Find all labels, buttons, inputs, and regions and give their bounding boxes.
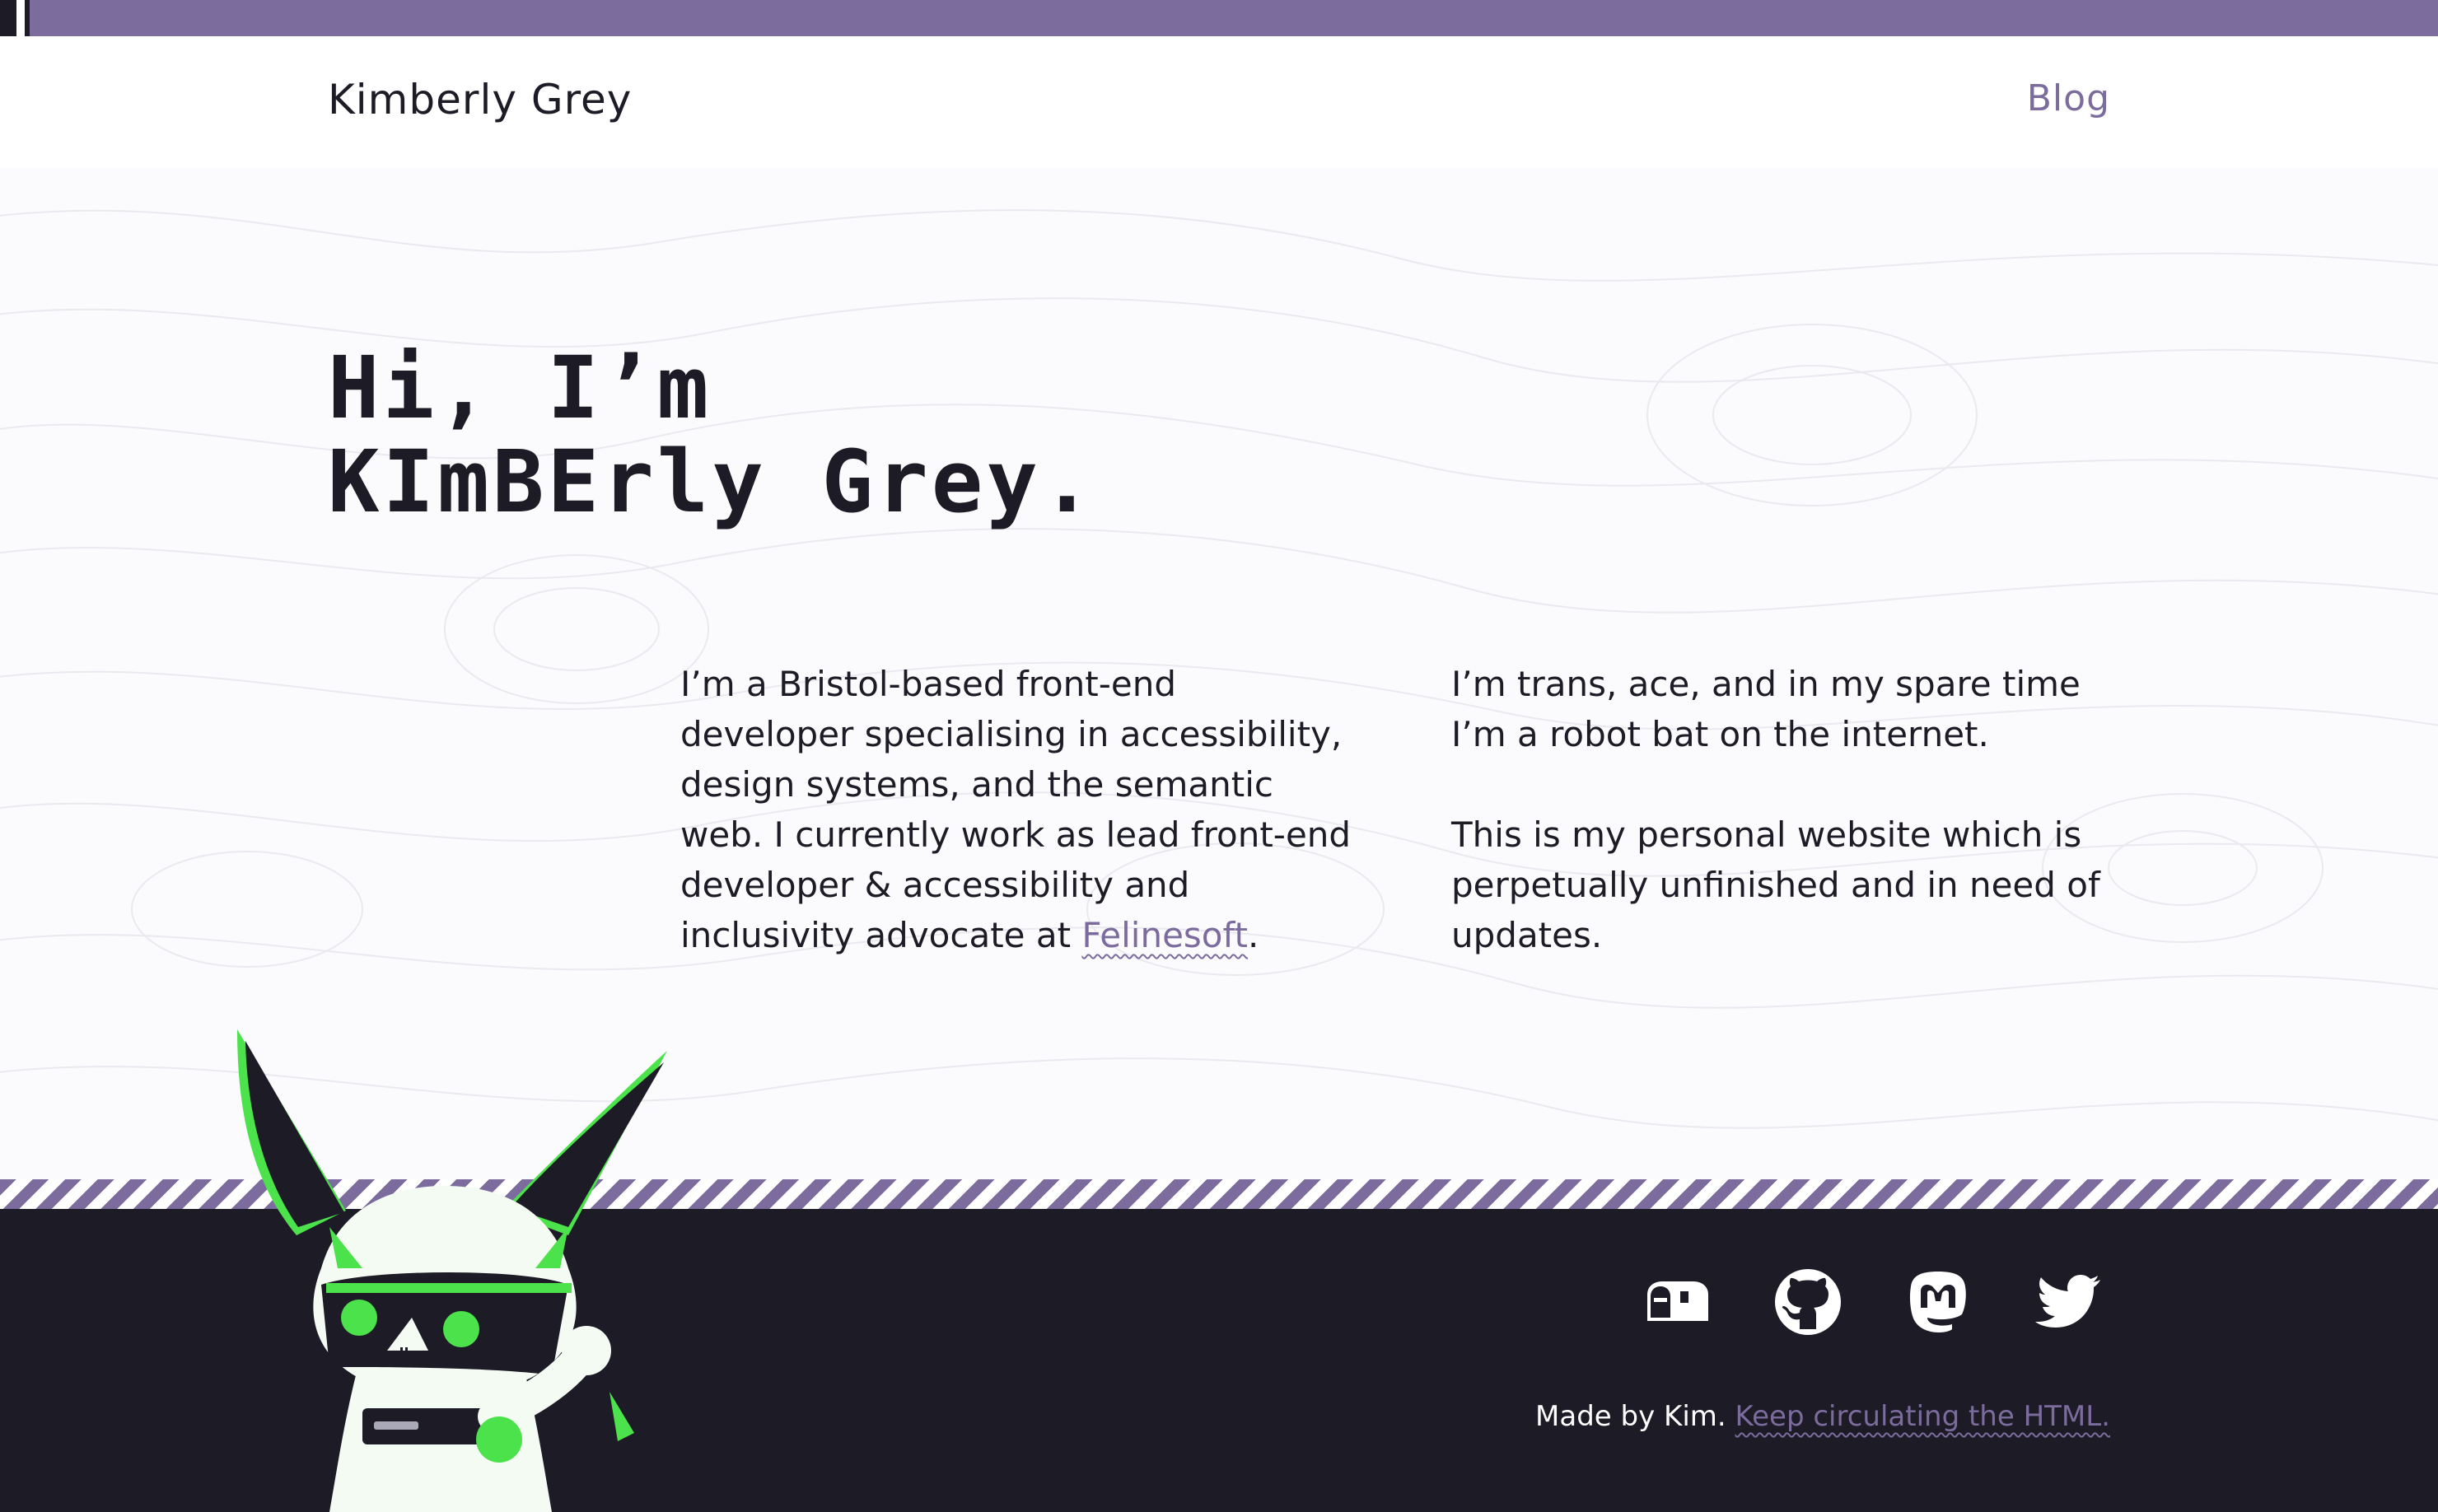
- page: Kimberly Grey Blog Hi, I’m KImBErly Grey…: [0, 0, 2438, 1512]
- footer-credit: Made by Kim. Keep circulating the HTML.: [1535, 1400, 2110, 1433]
- mailbox-icon: [1647, 1281, 1708, 1321]
- mastodon-icon: [1909, 1272, 1966, 1332]
- twitter-icon: [2035, 1275, 2100, 1328]
- github-link[interactable]: [1772, 1267, 1843, 1337]
- hero-name: KImBErly Grey.: [328, 432, 1096, 532]
- twitter-link[interactable]: [2033, 1267, 2104, 1337]
- hero-heading: Hi, I’m KImBErly Grey.: [328, 341, 1096, 529]
- top-accent-bar: [0, 0, 2438, 36]
- top-bar-mark: [0, 0, 30, 36]
- footer-html-link[interactable]: Keep circulating the HTML.: [1735, 1400, 2110, 1433]
- bio-intro-text: I’m a Bristol-based front-end developer …: [680, 664, 1352, 955]
- site-header: Kimberly Grey Blog: [0, 36, 2438, 168]
- robot-bat-mascot: [237, 1029, 667, 1512]
- mailbox-link[interactable]: [1642, 1267, 1713, 1337]
- bio-right-column: I’m trans, ace, and in my spare time I’m…: [1451, 659, 2127, 960]
- bio-intro-suffix: .: [1248, 915, 1259, 955]
- footer-credit-text: Made by Kim.: [1535, 1400, 1726, 1433]
- nav-blog-link[interactable]: Blog: [2027, 77, 2110, 119]
- mastodon-link[interactable]: [1903, 1267, 1973, 1337]
- hero-greeting: Hi, I’m: [328, 338, 712, 438]
- bio-website-note: This is my personal website which is per…: [1451, 814, 2100, 955]
- felinesoft-link[interactable]: Felinesoft: [1081, 915, 1248, 955]
- bio-identity: I’m trans, ace, and in my spare time I’m…: [1451, 664, 2081, 754]
- bio-left-column: I’m a Bristol-based front-end developer …: [680, 659, 1356, 960]
- bio-intro: I’m a Bristol-based front-end developer …: [680, 659, 1356, 960]
- site-name-link[interactable]: Kimberly Grey: [328, 76, 632, 124]
- github-icon: [1775, 1269, 1841, 1335]
